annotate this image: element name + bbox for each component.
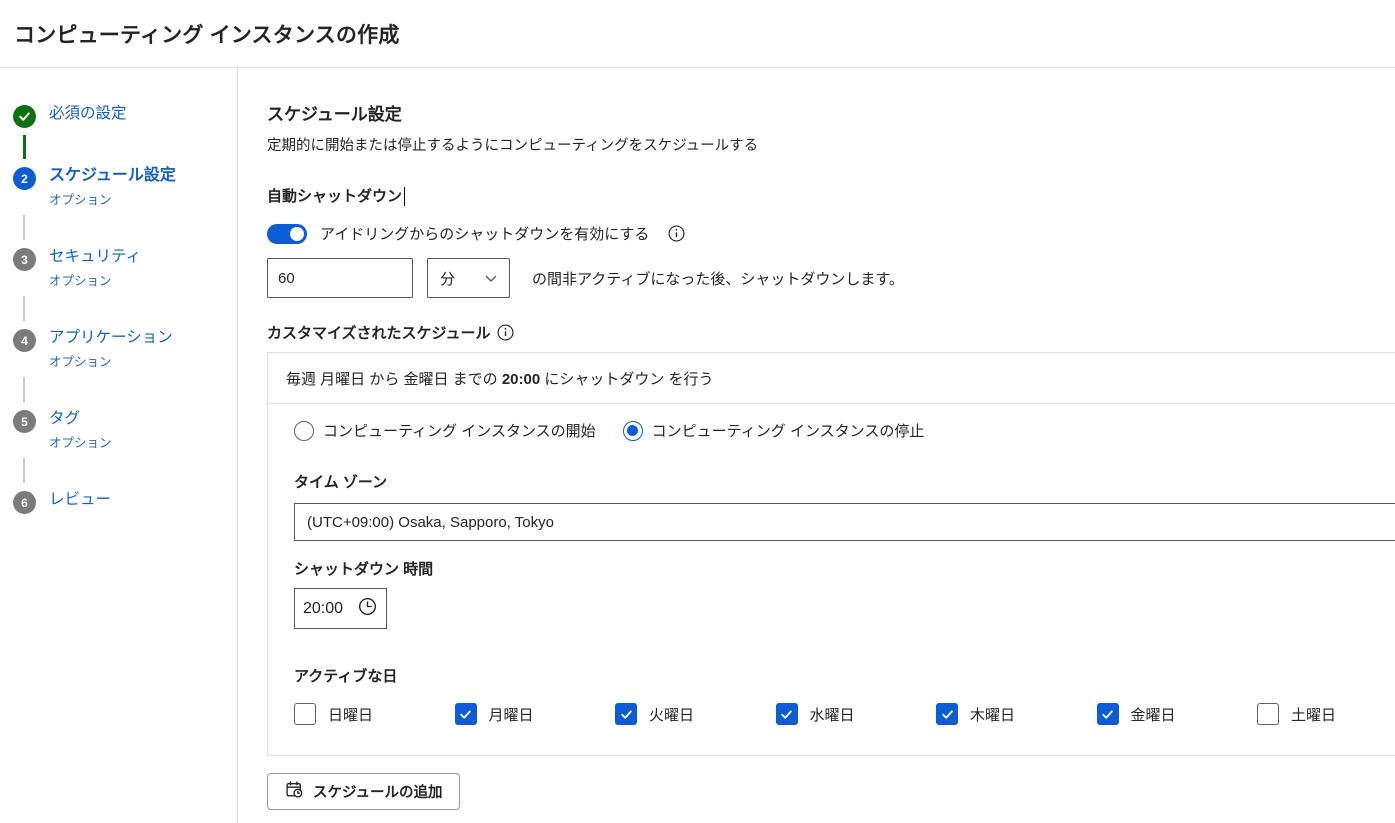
radio-stop-label: コンピューティング インスタンスの停止 <box>652 420 925 441</box>
info-icon[interactable] <box>668 225 685 242</box>
step-security[interactable]: 3 セキュリティ オプション <box>13 247 237 289</box>
step-complete-check-icon <box>13 105 36 128</box>
wizard-stepper: 必須の設定 2 スケジュール設定 オプション 3 セキュリティ オプション 4 … <box>0 68 238 823</box>
checkbox-checked-icon <box>776 703 798 725</box>
schedule-summary-row[interactable]: 毎週 月曜日 から 金曜日 までの 20:00 にシャットダウン を行う <box>268 353 1395 404</box>
step-connector <box>23 377 25 402</box>
step-review[interactable]: 6 レビュー <box>13 490 237 514</box>
day-checkbox-sunday[interactable]: 日曜日 <box>294 703 455 725</box>
timezone-select[interactable]: (UTC+09:00) Osaka, Sapporo, Tokyo <box>294 503 1395 541</box>
step-number: 2 <box>13 167 36 190</box>
shutdown-time-label: シャットダウン 時間 <box>294 558 1395 579</box>
checkbox-checked-icon <box>1097 703 1119 725</box>
radio-stop-instance[interactable]: コンピューティング インスタンスの停止 <box>623 420 925 441</box>
section-description: 定期的に開始または停止するようにコンピューティングをスケジュールする <box>267 134 1395 155</box>
add-schedule-label: スケジュールの追加 <box>313 781 442 802</box>
step-number: 5 <box>13 410 36 433</box>
idle-unit-select[interactable]: 分 <box>427 258 510 298</box>
schedule-card: 毎週 月曜日 から 金曜日 までの 20:00 にシャットダウン を行う コンピ… <box>267 352 1395 756</box>
add-schedule-button[interactable]: スケジュールの追加 <box>267 773 460 810</box>
step-label: タグ <box>49 409 112 429</box>
idle-suffix-text: の間非アクティブになった後、シャットダウンします。 <box>532 268 904 289</box>
schedule-summary-prefix: 毎週 月曜日 から 金曜日 までの <box>286 371 502 388</box>
auto-shutdown-label: 自動シャットダウン <box>267 185 402 206</box>
shutdown-time-input[interactable]: 20:00 <box>294 588 387 629</box>
radio-icon-selected <box>623 421 643 441</box>
step-connector <box>23 458 25 483</box>
action-radio-group: コンピューティング インスタンスの開始 コンピューティング インスタンスの停止 <box>294 420 1395 441</box>
day-checkbox-wednesday[interactable]: 水曜日 <box>776 703 937 725</box>
step-label: アプリケーション <box>49 328 173 348</box>
step-applications[interactable]: 4 アプリケーション オプション <box>13 328 237 370</box>
schedule-summary-suffix: にシャットダウン を行う <box>540 371 713 388</box>
checkbox-checked-icon <box>455 703 477 725</box>
checkbox-checked-icon <box>615 703 637 725</box>
day-checkbox-friday[interactable]: 金曜日 <box>1097 703 1258 725</box>
shutdown-time-value: 20:00 <box>303 600 343 618</box>
step-tags[interactable]: 5 タグ オプション <box>13 409 237 451</box>
active-days-group: 日曜日 月曜日 火曜日 水曜日 <box>294 703 1395 725</box>
step-number: 4 <box>13 329 36 352</box>
clock-icon <box>358 597 377 621</box>
step-schedule-settings[interactable]: 2 スケジュール設定 オプション <box>13 166 237 208</box>
step-optional-tag: オプション <box>49 351 173 370</box>
day-checkbox-saturday[interactable]: 土曜日 <box>1257 703 1395 725</box>
chevron-down-icon <box>485 270 497 287</box>
page-title: コンピューティング インスタンスの作成 <box>14 19 400 49</box>
step-required-settings[interactable]: 必須の設定 <box>13 104 237 128</box>
checkbox-icon <box>1257 703 1279 725</box>
step-connector <box>23 135 26 159</box>
active-days-label: アクティブな日 <box>294 665 1395 686</box>
step-connector <box>23 215 25 240</box>
step-label: スケジュール設定 <box>49 166 176 186</box>
step-optional-tag: オプション <box>49 270 141 289</box>
radio-start-label: コンピューティング インスタンスの開始 <box>323 420 596 441</box>
checkbox-icon <box>294 703 316 725</box>
idle-unit-value: 分 <box>440 268 455 289</box>
text-cursor <box>404 187 405 206</box>
step-connector <box>23 296 25 321</box>
step-label: セキュリティ <box>49 247 141 267</box>
radio-icon <box>294 421 314 441</box>
timezone-value: (UTC+09:00) Osaka, Sapporo, Tokyo <box>307 514 554 531</box>
step-number: 6 <box>13 491 36 514</box>
checkbox-checked-icon <box>936 703 958 725</box>
day-checkbox-monday[interactable]: 月曜日 <box>455 703 616 725</box>
day-checkbox-tuesday[interactable]: 火曜日 <box>615 703 776 725</box>
toggle-knob <box>290 227 304 241</box>
dialog-header: コンピューティング インスタンスの作成 <box>0 0 1395 68</box>
idle-shutdown-toggle[interactable] <box>267 224 307 244</box>
idle-shutdown-toggle-label: アイドリングからのシャットダウンを有効にする <box>320 223 649 244</box>
step-optional-tag: オプション <box>49 189 176 208</box>
step-label: 必須の設定 <box>49 104 127 124</box>
idle-minutes-input[interactable] <box>267 258 413 298</box>
timezone-label: タイム ゾーン <box>294 471 1395 492</box>
calendar-clock-icon <box>285 780 304 803</box>
custom-schedule-heading: カスタマイズされたスケジュール <box>267 322 491 343</box>
step-label: レビュー <box>49 490 111 510</box>
info-icon[interactable] <box>497 324 514 341</box>
section-title: スケジュール設定 <box>267 100 1395 125</box>
schedule-settings-panel: スケジュール設定 定期的に開始または停止するようにコンピューティングをスケジュー… <box>238 68 1395 823</box>
day-checkbox-thursday[interactable]: 木曜日 <box>936 703 1097 725</box>
auto-shutdown-heading: 自動シャットダウン <box>267 185 1395 206</box>
step-number: 3 <box>13 248 36 271</box>
step-optional-tag: オプション <box>49 432 112 451</box>
radio-start-instance[interactable]: コンピューティング インスタンスの開始 <box>294 420 596 441</box>
schedule-summary-time: 20:00 <box>502 371 540 388</box>
